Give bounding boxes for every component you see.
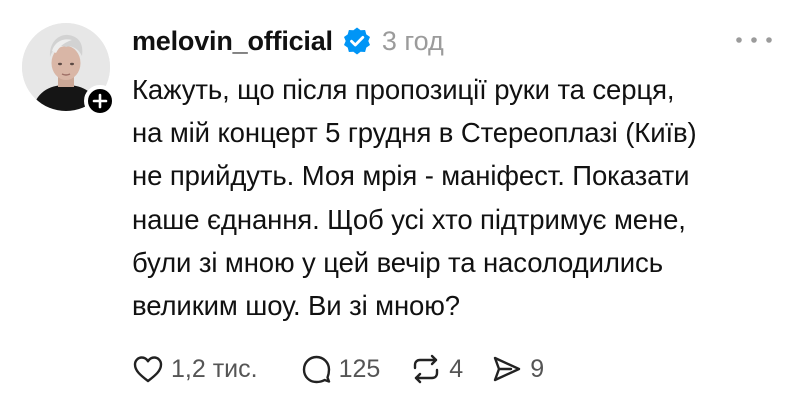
post-text-line: Кажуть, що після пропозиції руки та серц… <box>132 74 675 105</box>
username[interactable]: melovin_official <box>132 26 333 57</box>
verified-badge-icon <box>343 27 370 55</box>
repost-count: 4 <box>449 354 464 383</box>
post-text-line: не прийдуть. Моя мрія - маніфест. Показа… <box>132 160 690 192</box>
more-options-icon <box>736 37 772 43</box>
share-button[interactable]: 9 <box>491 354 544 384</box>
like-count: 1,2 тис. <box>171 354 258 383</box>
post-text-line: наше єднання. Щоб усі хто підтримує мене… <box>132 203 686 235</box>
post-text: Кажуть, що після пропозиції руки та серц… <box>132 68 782 327</box>
more-options-button[interactable] <box>732 30 776 50</box>
post-actions: 1,2 тис. 125 4 9 <box>132 348 586 390</box>
follow-button[interactable] <box>84 85 116 117</box>
comment-bubble-icon <box>302 355 330 384</box>
heart-icon <box>133 356 163 383</box>
post-text-line: великим шоу. Ви зі мною? <box>132 290 460 322</box>
reply-button[interactable]: 125 <box>300 354 381 384</box>
plus-icon <box>92 93 108 109</box>
repost-icon <box>414 354 439 384</box>
post-text-line: були зі мною у цей вечір та насолодились <box>132 246 663 278</box>
avatar-container[interactable] <box>22 23 116 117</box>
post-text-line: на мій концерт 5 грудня в Стереоплазі (К… <box>132 117 697 149</box>
post-header: melovin_official 3 год <box>132 22 444 60</box>
reply-count: 125 <box>338 354 381 383</box>
post-timestamp: 3 год <box>381 25 444 56</box>
send-icon <box>493 356 521 382</box>
repost-button[interactable]: 4 <box>410 354 463 384</box>
like-button[interactable]: 1,2 тис. <box>132 354 258 384</box>
share-count: 9 <box>530 354 545 383</box>
